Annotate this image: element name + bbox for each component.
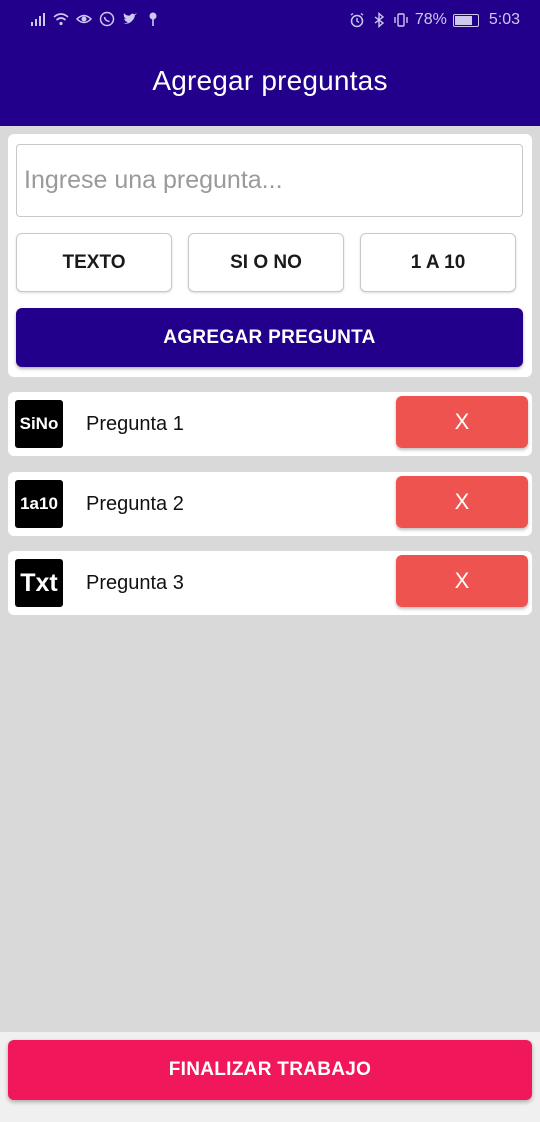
delete-question-button[interactable]: X: [396, 396, 528, 448]
question-row-2: 1a10 Pregunta 2 X: [8, 472, 532, 536]
status-left-icons: [30, 11, 161, 27]
status-right-icons: 78% 5:03: [349, 11, 520, 29]
delete-question-button[interactable]: X: [396, 476, 528, 528]
battery-icon: [452, 13, 479, 27]
type-scale-button[interactable]: 1 A 10: [360, 233, 516, 292]
eye-icon: [76, 11, 92, 27]
bottom-bar: FINALIZAR TRABAJO: [0, 1032, 540, 1122]
bluetooth-icon: [371, 12, 387, 28]
question-input[interactable]: [16, 144, 523, 217]
question-row-1: SiNo Pregunta 1 X: [8, 392, 532, 456]
question-row-3: Txt Pregunta 3 X: [8, 551, 532, 615]
question-label: Pregunta 2: [86, 493, 184, 515]
delete-question-button[interactable]: X: [396, 555, 528, 607]
vibrate-icon: [393, 12, 409, 28]
type-text-button[interactable]: TEXTO: [16, 233, 172, 292]
question-label: Pregunta 1: [86, 413, 184, 435]
scale-type-icon: 1a10: [15, 480, 63, 528]
page-title: Agregar preguntas: [152, 65, 388, 96]
add-question-button[interactable]: AGREGAR PREGUNTA: [16, 308, 523, 367]
whatsapp-icon: [99, 11, 115, 27]
clock: 5:03: [488, 11, 520, 28]
question-label: Pregunta 3: [86, 572, 184, 594]
type-yes-no-button[interactable]: SI O NO: [188, 233, 344, 292]
pin-icon: [145, 11, 161, 27]
yes-no-type-icon: SiNo: [15, 400, 63, 448]
text-type-icon: Txt: [15, 559, 63, 607]
alarm-icon: [349, 12, 365, 28]
app-bar: Agregar preguntas: [0, 42, 540, 126]
battery-percent: 78%: [414, 11, 447, 28]
signal-icon: [30, 11, 46, 27]
twitter-icon: [122, 11, 138, 27]
status-bar: 78% 5:03: [0, 0, 540, 42]
wifi-icon: [53, 11, 69, 27]
finish-work-button[interactable]: FINALIZAR TRABAJO: [8, 1040, 532, 1100]
question-form-card: TEXTO SI O NO 1 A 10 AGREGAR PREGUNTA: [8, 134, 532, 377]
